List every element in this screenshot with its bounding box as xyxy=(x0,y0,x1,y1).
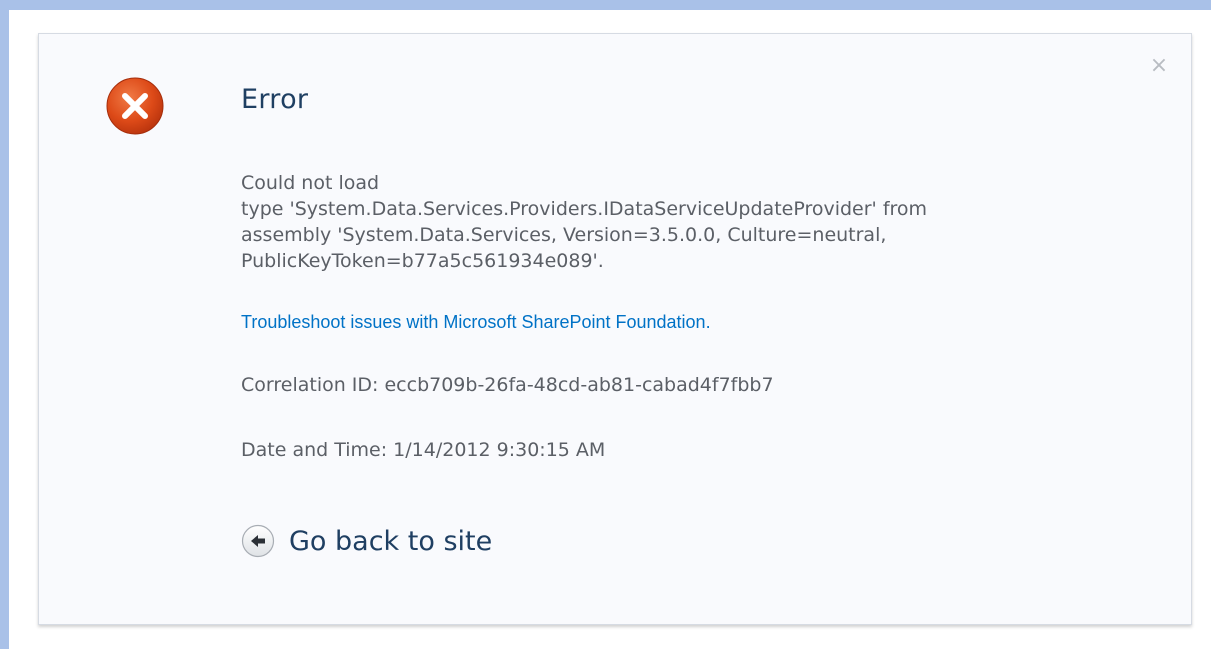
error-icon xyxy=(106,77,164,135)
error-message: Could not load type 'System.Data.Service… xyxy=(241,170,1121,274)
error-message-line: PublicKeyToken=b77a5c561934e089'. xyxy=(241,250,604,272)
window-left-band xyxy=(0,0,9,649)
error-message-line: type 'System.Data.Services.Providers.IDa… xyxy=(241,198,928,220)
error-message-line: assembly 'System.Data.Services, Version=… xyxy=(241,224,887,246)
error-dialog: × Error Could not load type 'System.Data… xyxy=(38,33,1192,625)
troubleshoot-link[interactable]: Troubleshoot issues with Microsoft Share… xyxy=(241,312,711,333)
back-arrow-icon[interactable] xyxy=(241,524,275,558)
correlation-id: Correlation ID: eccb709b-26fa-48cd-ab81-… xyxy=(241,374,774,396)
close-icon[interactable]: × xyxy=(1149,55,1169,77)
error-message-line: Could not load xyxy=(241,172,380,194)
date-time: Date and Time: 1/14/2012 9:30:15 AM xyxy=(241,439,606,461)
window-top-band xyxy=(0,0,1211,10)
go-back-label[interactable]: Go back to site xyxy=(289,526,492,557)
dialog-title: Error xyxy=(241,84,309,115)
go-back-link[interactable]: Go back to site xyxy=(241,524,492,558)
